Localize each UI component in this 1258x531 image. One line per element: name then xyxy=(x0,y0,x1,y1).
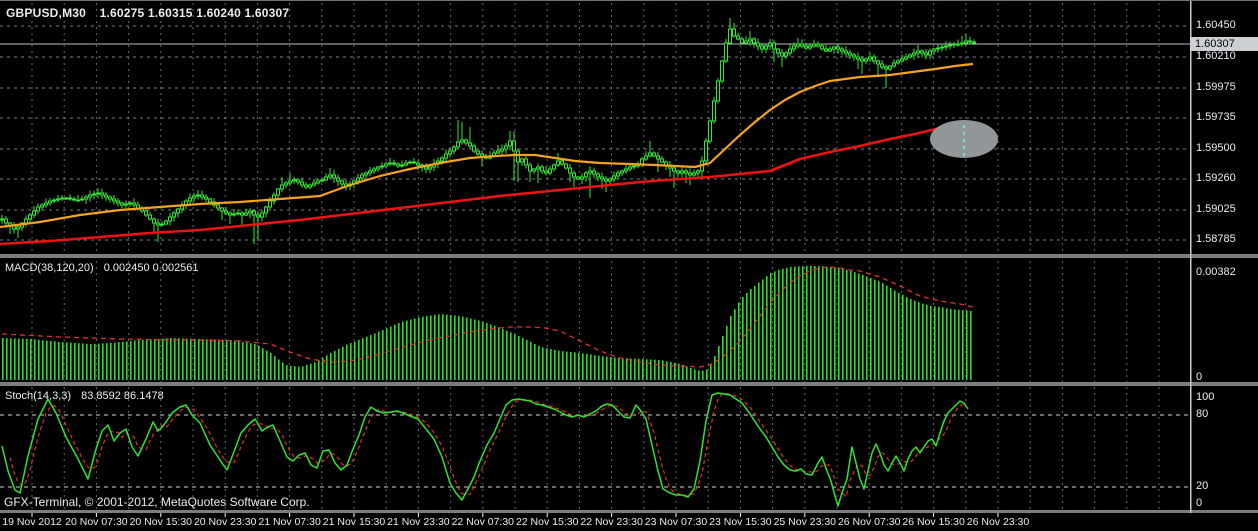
stoch-indicator-label: Stoch(14,3,3) 83.8592 86.1478 xyxy=(5,390,164,402)
time-axis-label: 25 Nov 23:30 xyxy=(773,516,837,528)
time-axis-label: 21 Nov 07:30 xyxy=(258,516,321,528)
macd-axis-label: 0.00382 xyxy=(1196,266,1236,278)
stoch-name: Stoch(14,3,3) xyxy=(5,390,72,402)
price-axis-label: 1.58785 xyxy=(1196,233,1236,245)
time-axis-label: 21 Nov 15:30 xyxy=(322,516,386,528)
price-axis-label: 1.59735 xyxy=(1196,111,1236,123)
ohlc-quote-label: 1.60275 1.60315 1.60240 1.60307 xyxy=(99,6,290,20)
price-axis-label: 1.59500 xyxy=(1196,142,1236,154)
macd-values: 0.002450 0.002561 xyxy=(103,262,199,274)
time-axis-label: 20 Nov 23:30 xyxy=(193,516,257,528)
time-axis-label: 20 Nov 07:30 xyxy=(65,516,128,528)
stoch-signal-line xyxy=(9,392,967,499)
time-axis-label: 20 Nov 15:30 xyxy=(129,516,193,528)
stochastic-layer xyxy=(1,392,969,507)
stoch-values: 83.8592 86.1478 xyxy=(81,390,164,402)
time-axis-label: 26 Nov 07:30 xyxy=(837,516,901,528)
trading-terminal-window: GBPUSD,M30 1.60275 1.60315 1.60240 1.603… xyxy=(0,0,1258,531)
macd-name: MACD(38,120,20) xyxy=(5,262,94,274)
price-axis-label: 1.60450 xyxy=(1196,19,1236,31)
grid-horizontal xyxy=(0,25,1190,241)
stoch-main-line xyxy=(1,392,969,507)
time-axis-label: 21 Nov 23:30 xyxy=(387,516,450,528)
time-axis-label: 23 Nov 07:30 xyxy=(644,516,708,528)
symbol-period-label: GBPUSD,M30 xyxy=(6,6,87,20)
time-axis-label: 26 Nov 23:30 xyxy=(966,516,1030,528)
macd-axis-label: 0 xyxy=(1196,371,1203,383)
stoch-axis-label: 0 xyxy=(1196,497,1203,509)
time-axis-label: 26 Nov 15:30 xyxy=(902,516,965,528)
time-axis-label: 22 Nov 23:30 xyxy=(580,516,643,528)
stoch-axis-label: 20 xyxy=(1196,480,1209,492)
stoch-axis-label: 100 xyxy=(1196,391,1215,403)
time-axis-label: 22 Nov 07:30 xyxy=(451,516,515,528)
macd-indicator-label: MACD(38,120,20) 0.002450 0.002561 xyxy=(5,262,199,274)
candles-layer xyxy=(0,18,976,244)
chart-header: GBPUSD,M30 1.60275 1.60315 1.60240 1.603… xyxy=(6,6,289,20)
current-price-label: 1.60307 xyxy=(1191,37,1258,51)
stoch-axis-label: 80 xyxy=(1196,408,1209,420)
time-axis-label: 22 Nov 15:30 xyxy=(515,516,579,528)
ma-slow-red-line xyxy=(0,120,973,246)
time-axis-label: 19 Nov 2012 xyxy=(2,516,62,528)
time-axis-label: 23 Nov 15:30 xyxy=(709,516,772,528)
panel-separators xyxy=(0,1,1258,513)
price-axis-label: 1.59975 xyxy=(1196,81,1236,93)
terminal-credit-text: GFX-Terminal, © 2001-2012, MetaQuotes So… xyxy=(4,495,310,509)
macd-histogram-layer xyxy=(1,266,974,380)
axis-border-line xyxy=(1190,1,1192,513)
stoch-level-lines xyxy=(0,414,1190,488)
price-axis-label: 1.59260 xyxy=(1196,172,1236,184)
price-axis-label: 1.60210 xyxy=(1196,50,1236,62)
price-axis-label: 1.59025 xyxy=(1196,203,1236,215)
annotations-layer xyxy=(930,120,998,158)
